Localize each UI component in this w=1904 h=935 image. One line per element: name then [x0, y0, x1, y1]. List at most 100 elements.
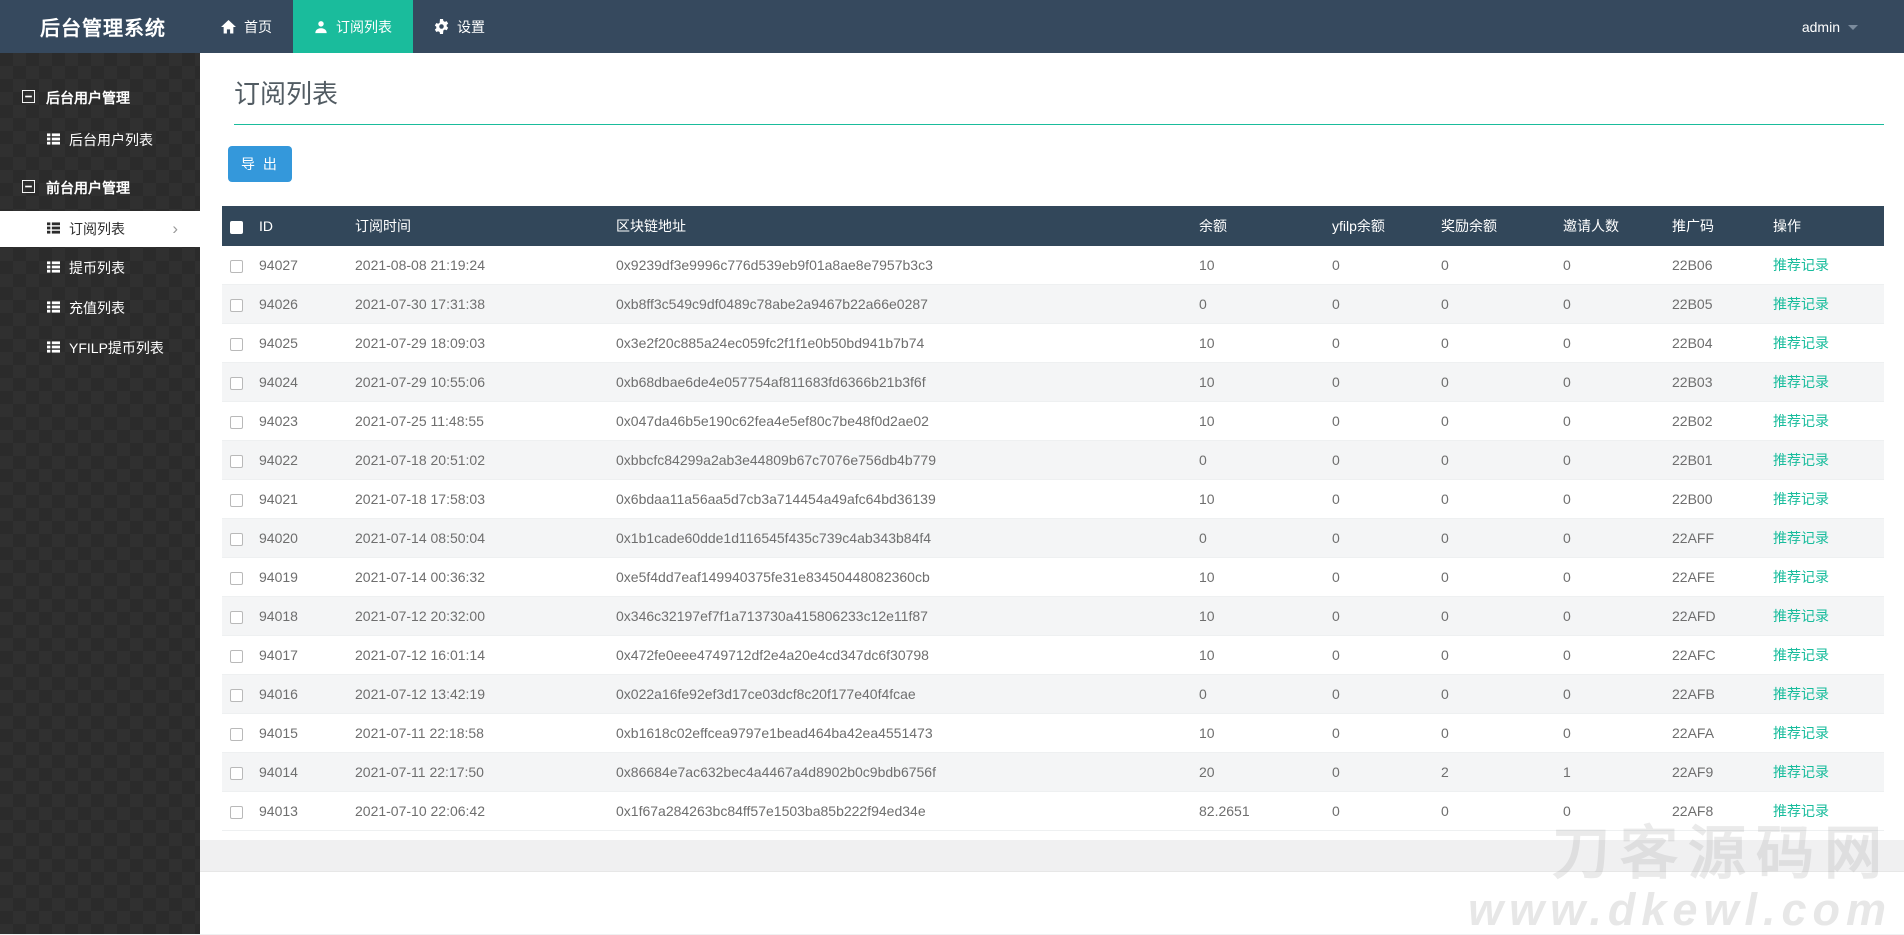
- nav-item-label: 首页: [244, 18, 272, 35]
- nav-item-link[interactable]: 设置: [413, 0, 506, 53]
- cell-id: 94013: [251, 791, 347, 831]
- table-row: 94016 2021-07-12 13:42:19 0x022a16fe92ef3d…: [222, 674, 1884, 714]
- grid-icon: [47, 132, 60, 148]
- cell-balance: 20: [1191, 752, 1324, 792]
- row-checkbox[interactable]: [230, 493, 243, 507]
- column-header: 订阅时间: [347, 206, 608, 246]
- referral-records-link[interactable]: 推荐记录: [1773, 413, 1829, 429]
- sidebar-group: 前台用户管理 订阅列表 › 提币列表 充值列表 YFILP提币列表: [0, 167, 200, 367]
- cell-balance: 10: [1191, 557, 1324, 597]
- cell-action: 推荐记录: [1765, 518, 1884, 558]
- cell-balance: 10: [1191, 401, 1324, 441]
- row-checkbox[interactable]: [230, 610, 243, 624]
- cell-address: 0x472fe0eee4749712df2e4a20e4cd347dc6f307…: [608, 635, 1191, 675]
- cell-checkbox: [222, 362, 251, 402]
- cell-reward-balance: 0: [1433, 518, 1555, 558]
- sidebar-group-header[interactable]: 前台用户管理: [0, 167, 200, 209]
- table-row: 94023 2021-07-25 11:48:55 0x047da46b5e190c…: [222, 401, 1884, 441]
- referral-records-link[interactable]: 推荐记录: [1773, 491, 1829, 507]
- sidebar-item[interactable]: 订阅列表 ›: [0, 211, 200, 247]
- cell-address: 0xb1618c02effcea9797e1bead464ba42ea45514…: [608, 713, 1191, 753]
- row-checkbox[interactable]: [230, 415, 243, 429]
- row-checkbox[interactable]: [230, 688, 243, 702]
- cell-time: 2021-07-12 16:01:14: [347, 635, 608, 675]
- row-checkbox[interactable]: [230, 298, 243, 312]
- referral-records-link[interactable]: 推荐记录: [1773, 257, 1829, 273]
- referral-records-link[interactable]: 推荐记录: [1773, 569, 1829, 585]
- export-button[interactable]: 导 出: [228, 146, 292, 182]
- row-checkbox[interactable]: [230, 454, 243, 468]
- cell-action: 推荐记录: [1765, 246, 1884, 285]
- cell-id: 94021: [251, 479, 347, 519]
- table-row: 94015 2021-07-11 22:18:58 0xb1618c02effcea…: [222, 713, 1884, 753]
- row-checkbox[interactable]: [230, 337, 243, 351]
- row-checkbox[interactable]: [230, 649, 243, 663]
- referral-records-link[interactable]: 推荐记录: [1773, 803, 1829, 819]
- sidebar-group-header[interactable]: 后台用户管理: [0, 77, 200, 119]
- cell-time: 2021-07-10 22:06:42: [347, 791, 608, 831]
- referral-records-link[interactable]: 推荐记录: [1773, 374, 1829, 390]
- referral-records-link[interactable]: 推荐记录: [1773, 452, 1829, 468]
- cell-reward-balance: 0: [1433, 284, 1555, 324]
- cell-promo-code: 22AFF: [1664, 518, 1765, 558]
- referral-records-link[interactable]: 推荐记录: [1773, 764, 1829, 780]
- content-panel: 订阅列表 导 出 ID 订阅时间 区块链地址 余额 yfilp余额 奖励余额 邀请人数 推广码…: [200, 53, 1904, 840]
- cell-id: 94025: [251, 323, 347, 363]
- sidebar-item[interactable]: 后台用户列表: [0, 121, 200, 159]
- table-row: 94021 2021-07-18 17:58:03 0x6bdaa11a56aa5d…: [222, 479, 1884, 519]
- cell-action: 推荐记录: [1765, 791, 1884, 831]
- sidebar-item[interactable]: 充值列表: [0, 289, 200, 327]
- row-checkbox[interactable]: [230, 766, 243, 780]
- cell-address: 0x047da46b5e190c62fea4e5ef80c7be48f0d2ae…: [608, 401, 1191, 441]
- nav-item-active[interactable]: 订阅列表: [293, 0, 413, 53]
- navbar-menu: 首页 订阅列表 设置: [200, 0, 506, 53]
- cell-id: 94027: [251, 246, 347, 285]
- cell-action: 推荐记录: [1765, 440, 1884, 480]
- nav-item-link[interactable]: 首页: [200, 0, 293, 53]
- row-checkbox[interactable]: [230, 805, 243, 819]
- cell-yfilp-balance: 0: [1324, 440, 1433, 480]
- cell-id: 94023: [251, 401, 347, 441]
- referral-records-link[interactable]: 推荐记录: [1773, 530, 1829, 546]
- top-navbar: 后台管理系统 首页 订阅列表 设置 admin: [0, 0, 1904, 53]
- sidebar-item[interactable]: 提币列表: [0, 249, 200, 287]
- cell-reward-balance: 2: [1433, 752, 1555, 792]
- column-header: 余额: [1191, 206, 1324, 246]
- chevron-down-icon: [1848, 25, 1858, 30]
- referral-records-link[interactable]: 推荐记录: [1773, 647, 1829, 663]
- sidebar-item[interactable]: YFILP提币列表: [0, 329, 200, 367]
- row-checkbox[interactable]: [230, 571, 243, 585]
- cell-time: 2021-07-18 17:58:03: [347, 479, 608, 519]
- cell-checkbox: [222, 401, 251, 441]
- referral-records-link[interactable]: 推荐记录: [1773, 686, 1829, 702]
- cell-time: 2021-07-11 22:17:50: [347, 752, 608, 792]
- cell-balance: 10: [1191, 246, 1324, 285]
- cell-yfilp-balance: 0: [1324, 284, 1433, 324]
- referral-records-link[interactable]: 推荐记录: [1773, 296, 1829, 312]
- cell-reward-balance: 0: [1433, 246, 1555, 285]
- row-checkbox[interactable]: [230, 259, 243, 273]
- cell-action: 推荐记录: [1765, 674, 1884, 714]
- sidebar-item-label: 后台用户列表: [69, 132, 153, 148]
- cell-checkbox: [222, 246, 251, 285]
- cell-time: 2021-07-12 20:32:00: [347, 596, 608, 636]
- referral-records-link[interactable]: 推荐记录: [1773, 725, 1829, 741]
- referral-records-link[interactable]: 推荐记录: [1773, 608, 1829, 624]
- cell-checkbox: [222, 635, 251, 675]
- cell-reward-balance: 0: [1433, 401, 1555, 441]
- nav-item-label: 设置: [457, 18, 485, 35]
- cell-promo-code: 22B01: [1664, 440, 1765, 480]
- row-checkbox[interactable]: [230, 376, 243, 390]
- select-all-checkbox[interactable]: [230, 220, 243, 234]
- table-row: 94022 2021-07-18 20:51:02 0xbbcfc84299a2ab…: [222, 440, 1884, 480]
- column-header: 区块链地址: [608, 206, 1191, 246]
- cell-yfilp-balance: 0: [1324, 596, 1433, 636]
- row-checkbox[interactable]: [230, 727, 243, 741]
- column-header: ID: [251, 206, 347, 246]
- row-checkbox[interactable]: [230, 532, 243, 546]
- user-menu[interactable]: admin: [1802, 0, 1858, 53]
- cell-time: 2021-07-29 18:09:03: [347, 323, 608, 363]
- cell-invites: 0: [1555, 284, 1664, 324]
- referral-records-link[interactable]: 推荐记录: [1773, 335, 1829, 351]
- content-footer-gap: [200, 840, 1904, 871]
